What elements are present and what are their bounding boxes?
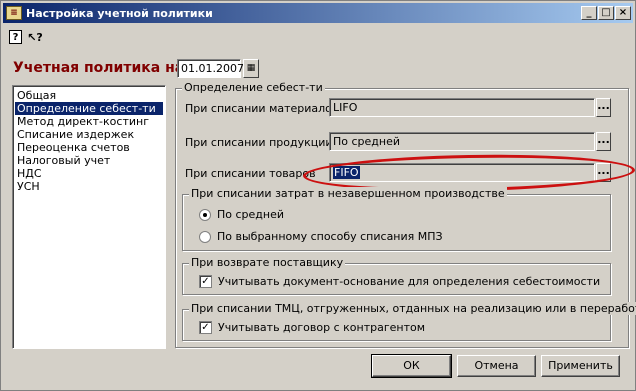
return-option[interactable]: ✓ Учитывать документ-основание для опред… <box>199 275 600 288</box>
products-select-button[interactable]: ... <box>596 132 611 151</box>
section-item-tax[interactable]: Налоговый учет <box>15 154 163 167</box>
policy-heading: Учетная политика на <box>13 60 185 76</box>
help-icon[interactable]: ? <box>9 30 22 44</box>
app-icon: ≡ <box>6 6 22 20</box>
section-item-expenses[interactable]: Списание издержек <box>15 128 163 141</box>
ok-button[interactable]: ОК <box>371 354 452 378</box>
materials-label: При списании материалов <box>185 102 339 115</box>
wip-group-title: При списании затрат в незавершенном прои… <box>189 187 507 200</box>
minimize-button[interactable]: _ <box>581 6 597 20</box>
calendar-icon[interactable]: ▦ <box>243 59 259 78</box>
return-checkbox-label: Учитывать документ-основание для определ… <box>218 275 601 288</box>
materials-field[interactable]: LIFO <box>329 98 595 117</box>
apply-button[interactable]: Применить <box>541 355 620 377</box>
tmc-checkbox[interactable]: ✓ <box>199 321 212 334</box>
materials-select-button[interactable]: ... <box>596 98 611 117</box>
title-bar[interactable]: ≡ Настройка учетной политики _ □ × <box>3 3 633 23</box>
return-checkbox[interactable]: ✓ <box>199 275 212 288</box>
cost-panel-title: Определение себест-ти <box>182 81 325 94</box>
section-item-direct-costing[interactable]: Метод директ-костинг <box>15 115 163 128</box>
section-item-general[interactable]: Общая <box>15 89 163 102</box>
section-item-vat[interactable]: НДС <box>15 167 163 180</box>
wip-avg-radio[interactable] <box>199 208 211 221</box>
close-button[interactable]: × <box>615 6 631 20</box>
section-item-revaluation[interactable]: Переоценка счетов <box>15 141 163 154</box>
context-help-icon[interactable]: ↖? <box>26 28 44 46</box>
section-item-cost[interactable]: Определение себест-ти <box>15 102 163 115</box>
wip-mpz-radio[interactable] <box>199 230 211 243</box>
wip-option-mpz[interactable]: По выбранному способу списания МПЗ <box>199 230 443 243</box>
tmc-option[interactable]: ✓ Учитывать договор с контрагентом <box>199 321 425 334</box>
settings-window: ≡ Настройка учетной политики _ □ × ? ↖? … <box>0 0 636 391</box>
cancel-button[interactable]: Отмена <box>457 355 536 377</box>
policy-date-input[interactable]: 01.01.2007 <box>177 59 244 78</box>
products-field[interactable]: По средней <box>329 132 595 151</box>
goods-label: При списании товаров <box>185 167 316 180</box>
wip-option-avg[interactable]: По средней <box>199 208 284 221</box>
tmc-checkbox-label: Учитывать договор с контрагентом <box>218 321 426 334</box>
toolbar: ? ↖? <box>9 28 44 48</box>
tmc-group-title: При списании ТМЦ, отгруженных, отданных … <box>189 302 636 315</box>
wip-mpz-label: По выбранному способу списания МПЗ <box>217 230 443 243</box>
section-list[interactable]: Общая Определение себест-ти Метод директ… <box>12 85 166 349</box>
maximize-button[interactable]: □ <box>598 6 614 20</box>
wip-avg-label: По средней <box>217 208 285 221</box>
products-label: При списании продукции <box>185 136 333 149</box>
return-group-title: При возврате поставщику <box>189 256 346 269</box>
window-title: Настройка учетной политики <box>26 6 213 20</box>
section-item-usn[interactable]: УСН <box>15 180 163 193</box>
